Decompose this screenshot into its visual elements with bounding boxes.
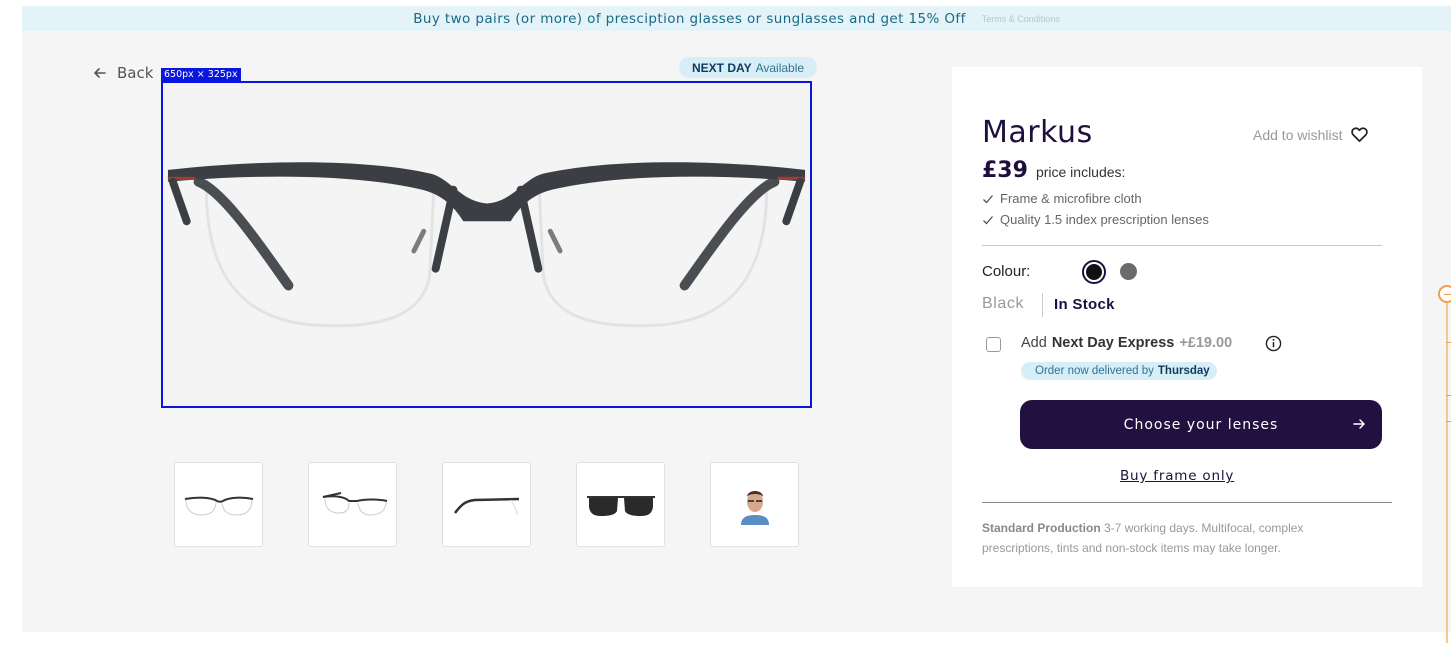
delivery-day: Thursday bbox=[1157, 365, 1210, 377]
includes-list: Frame & microfibre cloth Quality 1.5 ind… bbox=[982, 188, 1209, 230]
edge-handle bbox=[1446, 303, 1448, 643]
next-day-express-checkbox[interactable] bbox=[986, 337, 1001, 352]
back-link[interactable]: Back bbox=[93, 64, 153, 82]
thumbnail-sunglasses-clip-view[interactable] bbox=[576, 462, 665, 547]
includes-item: Frame & microfibre cloth bbox=[982, 188, 1209, 209]
thumbnail-glasses-angle bbox=[322, 491, 387, 516]
next-day-badge: NEXT DAY Available bbox=[679, 57, 818, 78]
arrow-left-icon bbox=[94, 68, 106, 78]
includes-item: Quality 1.5 index prescription lenses bbox=[982, 209, 1209, 230]
colour-swatch-grey[interactable] bbox=[1120, 263, 1137, 280]
edge-tick bbox=[1446, 342, 1451, 343]
thumbnail-model-person bbox=[740, 490, 769, 525]
price-row: £39 price includes: bbox=[982, 158, 1125, 183]
stock-divider bbox=[1042, 293, 1043, 317]
colour-swatch-black[interactable] bbox=[1082, 260, 1106, 284]
add-to-wishlist-button[interactable]: Add to wishlist bbox=[1253, 125, 1369, 144]
next-day-express-label[interactable]: Add Next Day Express +£19.00 bbox=[1021, 335, 1232, 351]
thumbnail-model-view[interactable] bbox=[710, 462, 799, 547]
page-background: Buy two pairs (or more) of presciption g… bbox=[22, 6, 1451, 632]
colour-label: Colour: bbox=[982, 263, 1031, 280]
choose-lenses-button[interactable]: Choose your lenses bbox=[1020, 400, 1382, 449]
promo-banner: Buy two pairs (or more) of presciption g… bbox=[22, 6, 1451, 31]
includes-item-text: Frame & microfibre cloth bbox=[1000, 191, 1142, 206]
swatch-fill-black bbox=[1086, 264, 1102, 280]
delivery-estimate-badge: Order now delivered by Thursday bbox=[1021, 362, 1217, 380]
arrow-right-icon bbox=[1353, 419, 1365, 429]
delivery-text: Order now delivered by bbox=[1035, 365, 1154, 377]
next-day-badge-light: Available bbox=[755, 60, 805, 75]
buy-frame-only-link[interactable]: Buy frame only bbox=[1120, 468, 1234, 484]
info-icon[interactable] bbox=[1265, 335, 1282, 352]
stock-status: In Stock bbox=[1054, 296, 1115, 313]
next-day-express-prefix: Add bbox=[1021, 335, 1047, 351]
choose-lenses-label: Choose your lenses bbox=[1123, 416, 1279, 433]
thumbnail-glasses-front bbox=[184, 496, 253, 516]
production-note: Standard Production 3-7 working days. Mu… bbox=[982, 518, 1362, 558]
selected-colour-name: Black bbox=[982, 295, 1025, 312]
check-icon bbox=[983, 194, 993, 203]
product-price: £39 bbox=[982, 158, 1028, 183]
minus-circle-icon[interactable] bbox=[1438, 285, 1451, 303]
next-day-express-name: Next Day Express bbox=[1051, 335, 1175, 351]
edge-tick bbox=[1446, 395, 1451, 396]
promo-text: Buy two pairs (or more) of presciption g… bbox=[413, 10, 966, 27]
product-details-panel: Markus Add to wishlist £39 price include… bbox=[952, 67, 1422, 587]
thumbnail-glasses-side bbox=[453, 497, 519, 515]
promo-terms-link[interactable]: Terms & Conditions bbox=[982, 14, 1060, 24]
check-icon bbox=[983, 215, 993, 224]
edge-tick bbox=[1446, 421, 1451, 422]
includes-item-text: Quality 1.5 index prescription lenses bbox=[1000, 212, 1209, 227]
price-includes-label: price includes: bbox=[1035, 164, 1126, 180]
production-note-title: Standard Production bbox=[982, 521, 1101, 535]
thumbnail-side-view[interactable] bbox=[442, 462, 531, 547]
heart-icon bbox=[1351, 127, 1369, 143]
divider bbox=[982, 245, 1382, 246]
thumbnail-front-view[interactable] bbox=[174, 462, 263, 547]
next-day-badge-strong: NEXT DAY bbox=[692, 60, 752, 75]
back-label: Back bbox=[117, 64, 154, 82]
image-dimension-label: 650px × 325px bbox=[161, 68, 241, 81]
divider bbox=[982, 502, 1392, 503]
product-title: Markus bbox=[982, 115, 1093, 150]
thumbnail-sunglasses bbox=[586, 495, 655, 516]
next-day-express-price: +£19.00 bbox=[1179, 335, 1233, 351]
wishlist-label: Add to wishlist bbox=[1253, 126, 1343, 143]
product-main-image[interactable] bbox=[161, 81, 812, 408]
glasses-illustration bbox=[167, 162, 806, 328]
thumbnail-angle-view[interactable] bbox=[308, 462, 397, 547]
